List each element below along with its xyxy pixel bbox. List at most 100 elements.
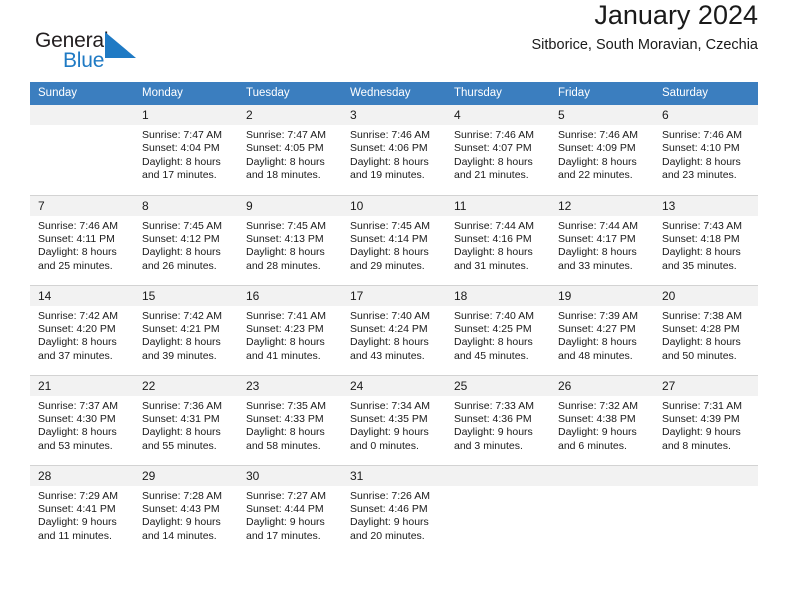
sunrise-text: Sunrise: 7:35 AM — [246, 399, 326, 412]
daylight-text-cont: and 29 minutes. — [350, 259, 425, 272]
sunrise-text: Sunrise: 7:46 AM — [38, 219, 118, 232]
daylight-text-cont: and 23 minutes. — [662, 169, 737, 182]
daylight-text: Daylight: 8 hours — [350, 246, 429, 259]
calendar-day-cell[interactable]: 15 Sunrise: 7:42 AM Sunset: 4:21 PM Dayligh… — [134, 284, 238, 375]
daylight-text-cont: and 26 minutes. — [142, 259, 217, 272]
daylight-text: Daylight: 9 hours — [38, 516, 117, 529]
calendar-day-cell[interactable]: 12 Sunrise: 7:44 AM Sunset: 4:17 PM Dayligh… — [550, 194, 654, 285]
calendar-day-cell[interactable]: 5 Sunrise: 7:46 AM Sunset: 4:09 PM Daylight… — [550, 105, 654, 195]
sunrise-text: Sunrise: 7:44 AM — [454, 219, 534, 232]
day-number: 7 — [30, 195, 134, 216]
day-number: 19 — [550, 285, 654, 306]
calendar-day-cell[interactable]: 22 Sunrise: 7:36 AM Sunset: 4:31 PM Dayligh… — [134, 374, 238, 465]
daylight-text-cont: and 11 minutes. — [38, 529, 112, 542]
calendar-day-cell[interactable]: 9 Sunrise: 7:45 AM Sunset: 4:13 PM Daylight… — [238, 194, 342, 285]
calendar-day-cell[interactable]: 20 Sunrise: 7:38 AM Sunset: 4:28 PM Dayligh… — [654, 284, 758, 375]
sunrise-text: Sunrise: 7:40 AM — [350, 309, 430, 322]
calendar-day-cell[interactable]: 19 Sunrise: 7:39 AM Sunset: 4:27 PM Dayligh… — [550, 284, 654, 375]
sunset-text: Sunset: 4:35 PM — [350, 412, 428, 425]
calendar-day-cell[interactable]: 24 Sunrise: 7:34 AM Sunset: 4:35 PM Dayligh… — [342, 374, 446, 465]
daylight-text: Daylight: 8 hours — [662, 246, 741, 259]
calendar-day-cell[interactable]: 16 Sunrise: 7:41 AM Sunset: 4:23 PM Dayligh… — [238, 284, 342, 375]
day-details: Sunrise: 7:33 AM Sunset: 4:36 PM Daylight:… — [446, 396, 550, 454]
day-number: 30 — [238, 465, 342, 486]
day-details: Sunrise: 7:41 AM Sunset: 4:23 PM Daylight:… — [238, 306, 342, 364]
calendar-day-cell[interactable]: 26 Sunrise: 7:32 AM Sunset: 4:38 PM Dayligh… — [550, 374, 654, 465]
calendar-day-cell[interactable]: 28 Sunrise: 7:29 AM Sunset: 4:41 PM Dayligh… — [30, 464, 134, 555]
sunset-text: Sunset: 4:12 PM — [142, 232, 220, 245]
daylight-text-cont: and 8 minutes. — [662, 439, 731, 452]
daylight-text-cont: and 50 minutes. — [662, 349, 737, 362]
day-number: 23 — [238, 375, 342, 396]
sunset-text: Sunset: 4:30 PM — [38, 412, 116, 425]
calendar-day-cell[interactable]: 25 Sunrise: 7:33 AM Sunset: 4:36 PM Dayligh… — [446, 374, 550, 465]
calendar-day-cell[interactable]: 23 Sunrise: 7:35 AM Sunset: 4:33 PM Dayligh… — [238, 374, 342, 465]
daylight-text: Daylight: 8 hours — [246, 155, 325, 168]
daylight-text-cont: and 17 minutes. — [142, 169, 217, 182]
sunset-text: Sunset: 4:39 PM — [662, 412, 740, 425]
sunrise-text: Sunrise: 7:46 AM — [454, 129, 534, 141]
sunrise-text: Sunrise: 7:43 AM — [662, 219, 742, 232]
calendar-day-cell[interactable]: 6 Sunrise: 7:46 AM Sunset: 4:10 PM Daylight… — [654, 105, 758, 195]
calendar-day-cell[interactable]: 3 Sunrise: 7:46 AM Sunset: 4:06 PM Daylight… — [342, 105, 446, 195]
sunrise-text: Sunrise: 7:46 AM — [662, 129, 742, 141]
day-number: 25 — [446, 375, 550, 396]
daylight-text: Daylight: 8 hours — [142, 246, 221, 259]
calendar-day-cell[interactable]: 1 Sunrise: 7:47 AM Sunset: 4:04 PM Daylight… — [134, 105, 238, 195]
daylight-text-cont: and 41 minutes. — [246, 349, 321, 362]
calendar-day-cell[interactable]: 30 Sunrise: 7:27 AM Sunset: 4:44 PM Dayligh… — [238, 464, 342, 555]
daylight-text-cont: and 17 minutes. — [246, 529, 321, 542]
calendar-day-cell[interactable]: 27 Sunrise: 7:31 AM Sunset: 4:39 PM Dayligh… — [654, 374, 758, 465]
daylight-text-cont: and 18 minutes. — [246, 169, 321, 182]
calendar-day-cell[interactable]: 18 Sunrise: 7:40 AM Sunset: 4:25 PM Dayligh… — [446, 284, 550, 375]
calendar-day-cell[interactable]: 7 Sunrise: 7:46 AM Sunset: 4:11 PM Daylight… — [30, 194, 134, 285]
weekday-header-friday: Friday — [550, 82, 654, 105]
daylight-text: Daylight: 8 hours — [142, 336, 221, 349]
weekday-header-saturday: Saturday — [654, 82, 758, 105]
sunset-text: Sunset: 4:23 PM — [246, 322, 324, 335]
calendar-day-cell[interactable]: 4 Sunrise: 7:46 AM Sunset: 4:07 PM Daylight… — [446, 105, 550, 195]
page-subtitle: Sitborice, South Moravian, Czechia — [531, 37, 758, 54]
sunset-text: Sunset: 4:44 PM — [246, 502, 324, 515]
day-number: 20 — [654, 285, 758, 306]
daylight-text: Daylight: 8 hours — [246, 246, 325, 259]
sunrise-text: Sunrise: 7:45 AM — [142, 219, 222, 232]
day-details: Sunrise: 7:40 AM Sunset: 4:25 PM Daylight:… — [446, 306, 550, 364]
daylight-text: Daylight: 8 hours — [246, 426, 325, 439]
daylight-text: Daylight: 8 hours — [662, 336, 741, 349]
sunset-text: Sunset: 4:09 PM — [558, 142, 636, 155]
calendar-day-cell[interactable]: 14 Sunrise: 7:42 AM Sunset: 4:20 PM Dayligh… — [30, 284, 134, 375]
calendar-day-cell[interactable]: 2 Sunrise: 7:47 AM Sunset: 4:05 PM Daylight… — [238, 105, 342, 195]
calendar-day-cell[interactable]: 29 Sunrise: 7:28 AM Sunset: 4:43 PM Dayligh… — [134, 464, 238, 555]
sunset-text: Sunset: 4:38 PM — [558, 412, 636, 425]
sunset-text: Sunset: 4:36 PM — [454, 412, 532, 425]
day-number — [550, 465, 654, 486]
day-number: 14 — [30, 285, 134, 306]
daylight-text: Daylight: 9 hours — [662, 426, 741, 439]
daylight-text: Daylight: 8 hours — [454, 155, 533, 168]
brand-name-general: General — [35, 29, 109, 52]
sunset-text: Sunset: 4:06 PM — [350, 142, 428, 155]
calendar-day-cell[interactable]: 31 Sunrise: 7:26 AM Sunset: 4:46 PM Dayligh… — [342, 464, 446, 555]
calendar-week-row: 21 Sunrise: 7:37 AM Sunset: 4:30 PM Dayligh… — [30, 374, 758, 465]
calendar-day-cell[interactable]: 11 Sunrise: 7:44 AM Sunset: 4:16 PM Dayligh… — [446, 194, 550, 285]
calendar-day-cell[interactable]: 13 Sunrise: 7:43 AM Sunset: 4:18 PM Dayligh… — [654, 194, 758, 285]
day-details: Sunrise: 7:40 AM Sunset: 4:24 PM Daylight:… — [342, 306, 446, 364]
sunrise-text: Sunrise: 7:42 AM — [38, 309, 118, 322]
calendar-day-cell[interactable]: 10 Sunrise: 7:45 AM Sunset: 4:14 PM Dayligh… — [342, 194, 446, 285]
calendar-day-cell[interactable]: 21 Sunrise: 7:37 AM Sunset: 4:30 PM Dayligh… — [30, 374, 134, 465]
sunrise-text: Sunrise: 7:45 AM — [246, 219, 326, 232]
calendar-day-cell[interactable]: 8 Sunrise: 7:45 AM Sunset: 4:12 PM Daylight… — [134, 194, 238, 285]
calendar-week-row: 14 Sunrise: 7:42 AM Sunset: 4:20 PM Dayligh… — [30, 284, 758, 375]
sunset-text: Sunset: 4:25 PM — [454, 322, 532, 335]
calendar-day-cell[interactable]: 17 Sunrise: 7:40 AM Sunset: 4:24 PM Dayligh… — [342, 284, 446, 375]
calendar-week-row: 1 Sunrise: 7:47 AM Sunset: 4:04 PM Daylight… — [30, 105, 758, 195]
day-details: Sunrise: 7:26 AM Sunset: 4:46 PM Daylight:… — [342, 486, 446, 544]
daylight-text: Daylight: 9 hours — [454, 426, 533, 439]
day-details: Sunrise: 7:46 AM Sunset: 4:10 PM Daylight:… — [654, 125, 758, 183]
day-details: Sunrise: 7:46 AM Sunset: 4:07 PM Daylight:… — [446, 125, 550, 183]
daylight-text-cont: and 48 minutes. — [558, 349, 633, 362]
daylight-text-cont: and 28 minutes. — [246, 259, 321, 272]
daylight-text-cont: and 19 minutes. — [350, 169, 425, 182]
day-number: 18 — [446, 285, 550, 306]
